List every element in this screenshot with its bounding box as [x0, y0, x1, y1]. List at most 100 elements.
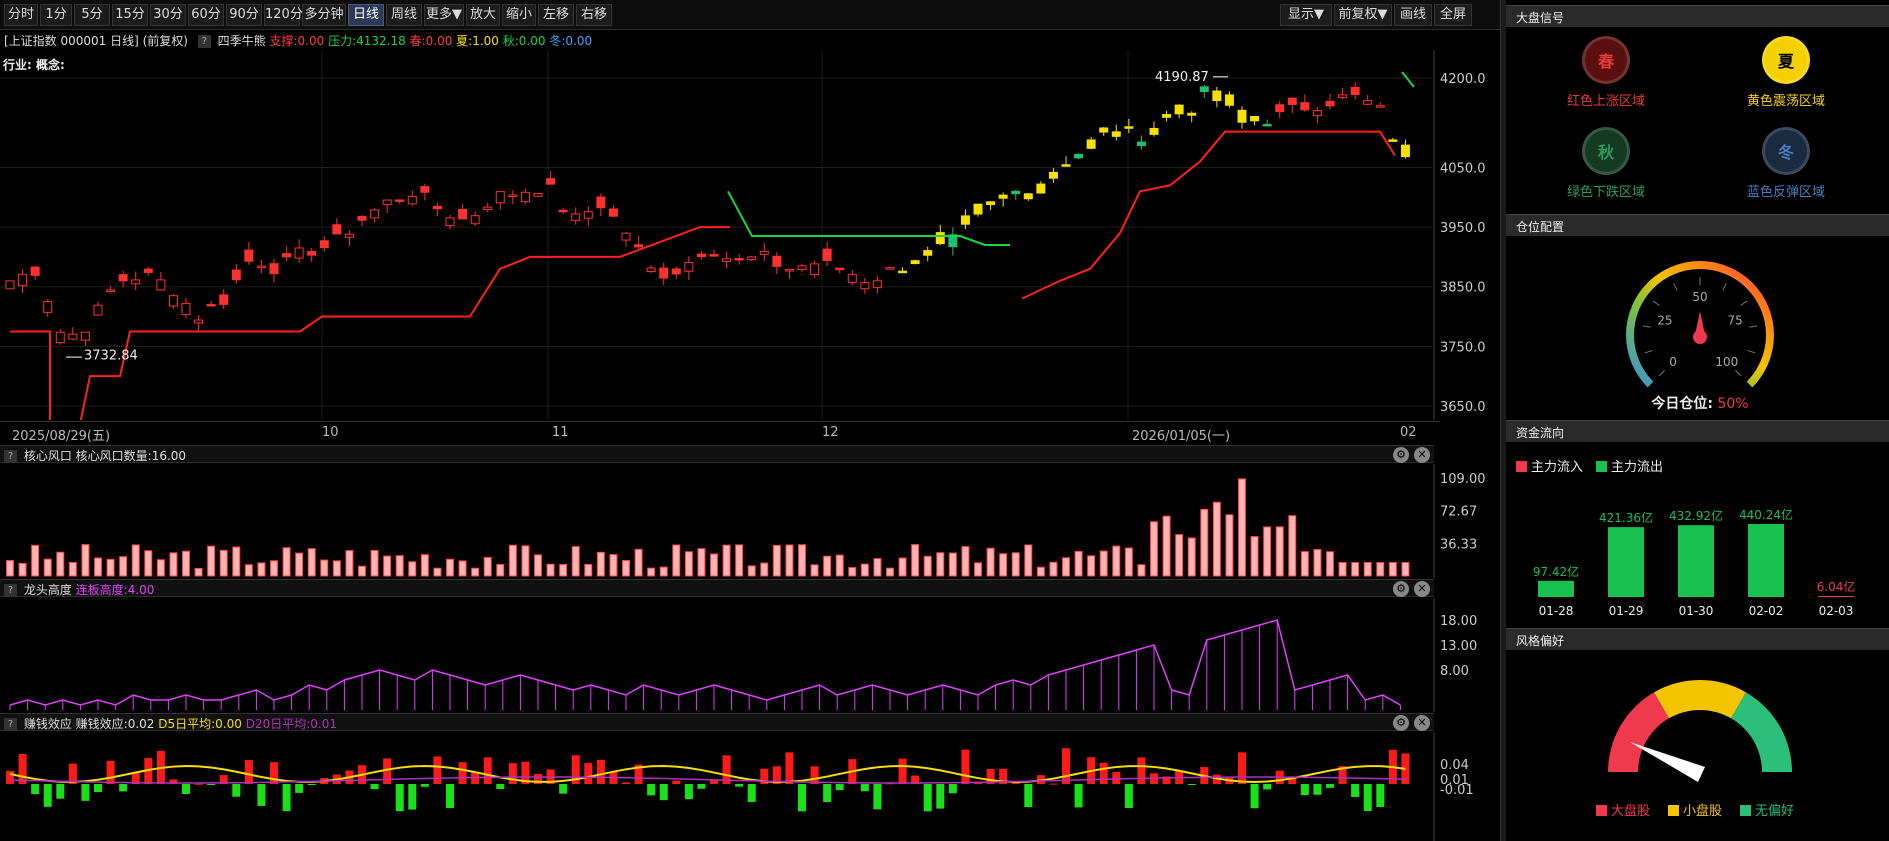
flow-bar	[383, 555, 392, 577]
candle-body	[734, 258, 744, 261]
period-btn-12[interactable]: 放大	[466, 4, 500, 26]
season-badge-icon: 冬	[1762, 127, 1810, 175]
help-icon[interactable]: ?	[4, 718, 17, 731]
candle-body	[759, 250, 769, 255]
period-btn-13[interactable]: 缩小	[502, 4, 536, 26]
profit-bar	[659, 784, 668, 801]
candle-body	[508, 194, 518, 198]
candle-body	[583, 211, 593, 219]
panel3-value: 赚钱效应:0.02	[75, 717, 155, 731]
candle-body	[621, 232, 631, 241]
candle-body	[659, 267, 669, 279]
y-tick-label: 18.00	[1440, 614, 1477, 629]
close-icon[interactable]: ✕	[1414, 447, 1430, 463]
profit-bar	[1376, 784, 1385, 807]
close-icon[interactable]: ✕	[1414, 715, 1430, 731]
flow-date-label: 02-02	[1749, 604, 1784, 618]
candle-body	[935, 232, 945, 245]
gear-icon[interactable]: ⚙	[1393, 447, 1409, 463]
profit-bar	[1187, 784, 1196, 785]
flow-bar	[835, 554, 844, 577]
gear-icon[interactable]: ⚙	[1393, 715, 1409, 731]
toolbar-right-btn-2[interactable]: 画线	[1394, 4, 1432, 26]
profit-bar	[1099, 762, 1108, 784]
y-tick-label: -0.01	[1440, 783, 1474, 798]
candle-body	[156, 279, 166, 291]
period-btn-9[interactable]: 日线	[348, 4, 384, 26]
flow-bar	[1099, 550, 1108, 577]
flow-bar	[785, 544, 794, 577]
y-tick-label: 4050.0	[1440, 161, 1486, 176]
period-btn-7[interactable]: 120分	[264, 4, 303, 26]
flow-bar	[1036, 566, 1045, 577]
candle-body	[55, 331, 65, 344]
candle-body	[872, 280, 882, 289]
flow-bar	[1212, 501, 1221, 577]
toolbar-right-btn-1[interactable]: 前复权▼	[1334, 4, 1392, 26]
profit-bar	[207, 784, 216, 785]
candle-body	[194, 319, 204, 324]
panel1-header	[0, 445, 1434, 463]
flow-bar	[420, 554, 429, 577]
flow-bar	[659, 566, 668, 577]
candle-body	[256, 265, 266, 269]
help-icon[interactable]: ?	[4, 450, 17, 463]
candle-body	[1388, 139, 1398, 142]
profit-bar	[370, 784, 379, 790]
candle-body	[344, 233, 354, 238]
toolbar-right-btn-0[interactable]: 显示▼	[1280, 4, 1332, 26]
period-btn-5[interactable]: 60分	[188, 4, 224, 26]
flow-bar	[860, 563, 869, 577]
period-btn-6[interactable]: 90分	[226, 4, 262, 26]
period-btn-11[interactable]: 更多▼	[424, 4, 464, 26]
period-btn-8[interactable]: 多分钟	[302, 4, 346, 26]
help-icon[interactable]: ?	[4, 584, 17, 597]
flow-bar	[68, 561, 77, 577]
flow-section-title: 资金流向	[1516, 426, 1565, 440]
profit-bar	[873, 784, 882, 810]
period-btn-10[interactable]: 周线	[386, 4, 422, 26]
toolbar-right-btn-3[interactable]: 全屏	[1434, 4, 1472, 26]
candlestick-chart[interactable]: 4200.0 4050.0 3950.0 3850.0 3750.0 3650.0 4190…	[0, 50, 1500, 420]
stock-chart-app: { "toolbar":{"buttons":["分时","1分","5分","…	[0, 0, 1889, 841]
candle-body	[1212, 90, 1222, 102]
style-legend-item: 大盘股	[1596, 800, 1650, 819]
period-btn-3[interactable]: 15分	[112, 4, 148, 26]
period-btn-1[interactable]: 1分	[40, 4, 72, 26]
support-value: 支撑:0.00	[269, 34, 325, 48]
candle-body	[357, 215, 367, 221]
profit-bar	[559, 784, 568, 794]
candle-body	[810, 263, 820, 276]
period-btn-15[interactable]: 右移	[576, 4, 612, 26]
flow-bar	[1748, 524, 1784, 597]
low-price-label: 3732.84	[84, 348, 138, 363]
flow-bar	[722, 544, 731, 577]
style-section-header: 风格偏好	[1506, 628, 1889, 650]
period-btn-14[interactable]: 左移	[538, 4, 574, 26]
signal-label: 黄色震荡区域	[1746, 94, 1825, 109]
candle-body	[860, 282, 870, 290]
autumn-value: 秋:0.00	[502, 34, 546, 48]
flow-bar	[43, 558, 52, 577]
candle-body	[18, 273, 28, 287]
flow-bar	[609, 554, 618, 577]
profit-bar	[823, 784, 832, 802]
candle-body	[307, 251, 317, 256]
period-btn-4[interactable]: 30分	[150, 4, 186, 26]
panel1-title: 核心风口	[23, 449, 72, 463]
time-axis: 2025/08/29(五) 10 11 12 2026/01/05(一) 02	[0, 421, 1440, 444]
close-icon[interactable]: ✕	[1414, 581, 1430, 597]
candle-body	[1099, 127, 1109, 133]
gear-icon[interactable]: ⚙	[1393, 581, 1409, 597]
profit-bar	[672, 780, 681, 784]
candle-body	[923, 250, 933, 256]
candle-body	[106, 289, 116, 292]
period-btn-0[interactable]: 分时	[4, 4, 38, 26]
season-badge-icon: 夏	[1762, 36, 1810, 84]
flow-bar	[1376, 562, 1385, 577]
help-icon[interactable]: ?	[197, 35, 211, 48]
period-btn-2[interactable]: 5分	[74, 4, 110, 26]
position-section-header: 仓位配置	[1506, 214, 1889, 236]
gauge-label: 50	[1692, 290, 1707, 304]
candle-body	[1086, 139, 1096, 149]
